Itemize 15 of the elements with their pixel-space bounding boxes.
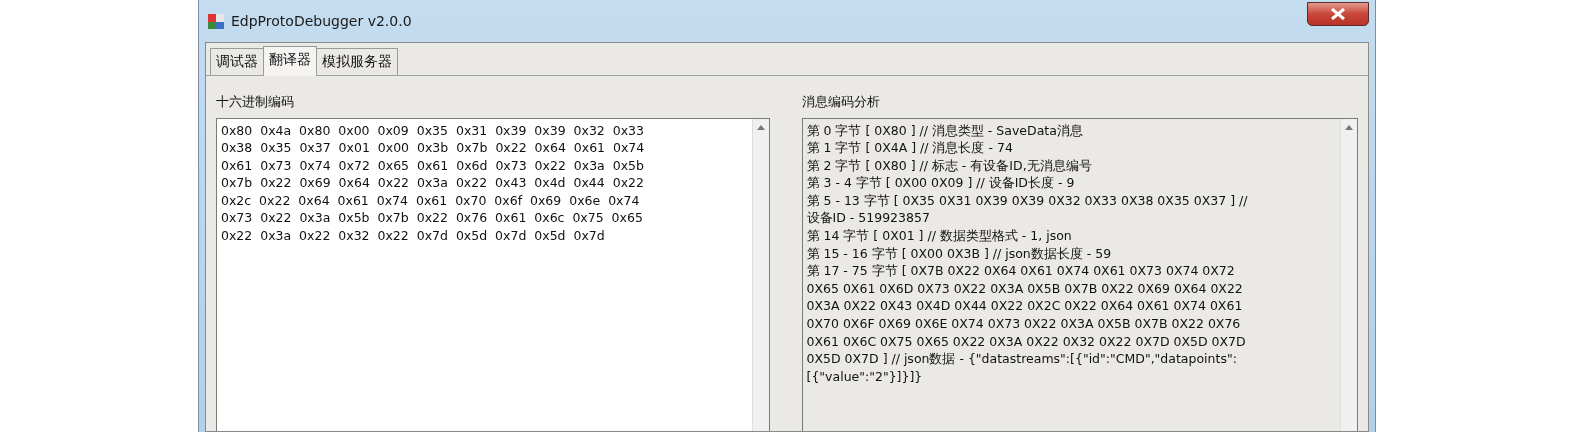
close-button[interactable]	[1307, 2, 1369, 26]
tab[interactable]: 调试器	[210, 48, 264, 75]
analysis-text-area[interactable]	[801, 117, 1358, 431]
hex-text: 0x80 0x4a 0x80 0x00 0x09 0x35 0x31 0x39 0x39 0x32 0x33 0x38 0x35 0x37 0x01 0x00 0x3b 0x7b 0x22 0x64 0x61 0x74 0x61 0x73 0x74 0x72 0x65 0x61 0x6d 0x73 0x22 0x3a 0x5b 0x7b 0x22 0x69 0x64 0x22 0x3a 0x22 0x43 0x4d 0x44 0x22 0x2c 0x22 0x64 0x61 0x74 0x61 0x70 0x6f 0x69 0x6e 0x74 0x73 0x22 0x3a 0x5b 0x7b 0x22 0x76 0x61 0x6c 0x75 0x65 0x22 0x3a 0x22 0x32 0x22 0x7d 0x5d 0x7d 0x5d 0x7d	[220, 121, 646, 246]
scroll-up-icon[interactable]	[756, 124, 765, 130]
app-icon	[207, 12, 225, 30]
hex-text-area[interactable]	[216, 117, 770, 431]
window-title: EdpProtoDebugger v2.0.0	[231, 11, 412, 31]
tab[interactable]: 翻译器	[263, 46, 317, 76]
panel-label: 十六进制编码	[216, 93, 295, 111]
panel-label: 消息编码分析	[801, 93, 881, 111]
scroll-up-icon[interactable]	[1345, 124, 1353, 130]
tab[interactable]: 模拟服务器	[316, 48, 398, 75]
close-icon	[1330, 8, 1346, 20]
analysis-text: 第 0 字节 [ 0X80 ] // 消息类型 - SaveData消息 第 1 字节 [ 0X4A ] // 消息长度 - 74 第 2 字节 [ 0X80 ] // 标志 - 有设备ID,无消息编号 第 3 - 4 字节 [ 0X00 0X09 ] // 设备ID长度 - 9 第 5 - 13 字节 [ 0X35 0X31 0X39 0X39 0X32 0X33 0X38 0X35 0X37 ] // 设备ID - 519923857 第 14 字节 [ 0X01 ] // 数据类型格式 - 1, json 第 15 - 16 字节 [ 0X00 0X3B ] // json数据长度 - 59 第 17 - 75 字节 [ 0X7B 0X22 0X64 0X61 0X74 0X61 0X73 0X74 0X72 0X65 0X61 0X6D 0X73 0X22 0X3A 0X5B 0X7B 0X22 0X69 0X64 0X22 0X3A 0X22 0X43 0X4D 0X44 0X22 0X2C 0X22 0X64 0X61 0X74 0X61 0X70 0X6F 0X69 0X6E 0X74 0X73 0X22 0X3A 0X5B 0X7B 0X22 0X76 0X61 0X6C 0X75 0X65 0X22 0X3A 0X22 0X32 0X22 0X7D 0X5D 0X7D 0X5D 0X7D ] // json数据 - {"datastreams":[{"id":"CMD","datapoints": [{"value":"2"}]}]}	[805, 121, 1249, 386]
